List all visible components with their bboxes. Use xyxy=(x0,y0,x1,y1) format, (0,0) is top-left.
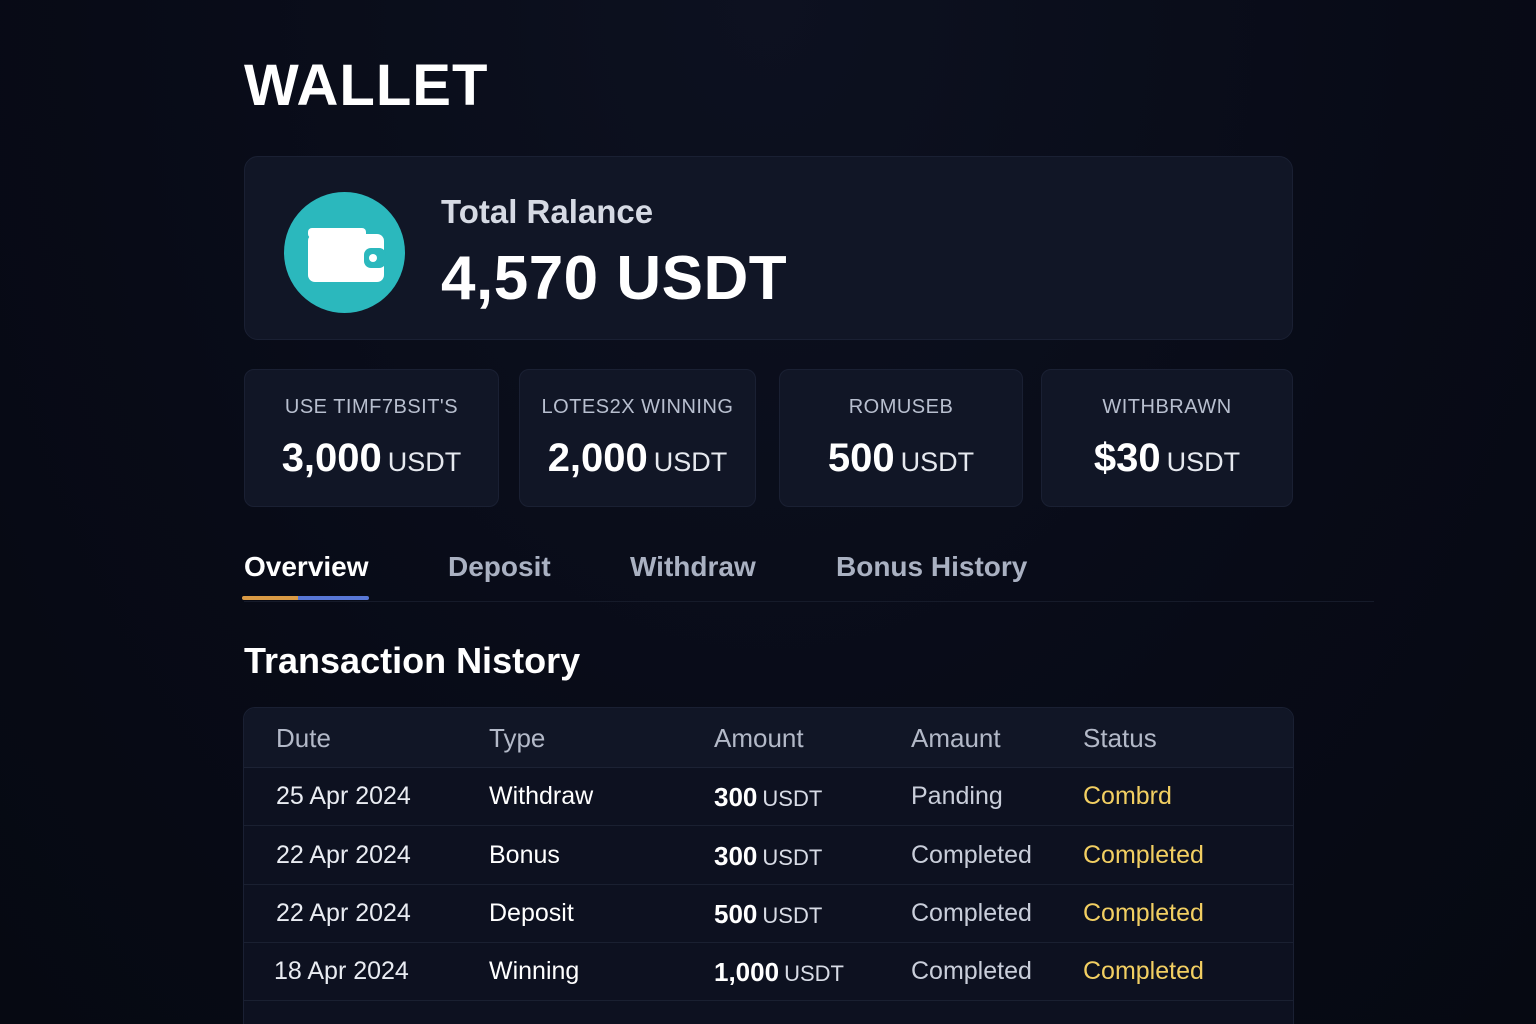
stat-label: LOTES2X WINNING xyxy=(541,396,734,418)
stat-unit: USDT xyxy=(387,447,462,477)
row-type: Winning xyxy=(489,957,580,985)
row-type: Withdraw xyxy=(489,782,594,810)
wallet-page: WALLET Total Ralance 4,570 USDT USE TIMF… xyxy=(0,0,1536,1024)
row-type: Bonus xyxy=(489,841,560,869)
row-amount-value: 1,000 xyxy=(714,957,780,987)
tab-deposit[interactable]: Deposit xyxy=(448,551,551,583)
row-date: 25 Apr 2024 xyxy=(276,782,411,810)
wallet-icon xyxy=(284,192,405,313)
stat-card: USE TIMF7BSIT'S 3,000 USDT xyxy=(244,369,499,507)
row-date: 22 Apr 2024 xyxy=(276,899,411,927)
row-amount: 1,000 USDT xyxy=(714,957,844,988)
stat-amount: 500 xyxy=(827,436,895,480)
stat-unit: USDT xyxy=(653,447,728,477)
stat-amount: 2,000 xyxy=(547,436,648,480)
column-header-type: Type xyxy=(489,723,546,753)
tab-overview[interactable]: Overview xyxy=(244,551,369,583)
page-title: WALLET xyxy=(244,53,489,118)
row-state: Completed xyxy=(911,957,1032,985)
stat-card: ROMUSEB 500 USDT xyxy=(779,369,1023,507)
row-status: Combrd xyxy=(1083,782,1172,810)
row-amount: 300 USDT xyxy=(714,841,822,872)
tab-bonus-history[interactable]: Bonus History xyxy=(836,551,1027,583)
row-amount-unit: USDT xyxy=(762,786,823,811)
row-state: Completed xyxy=(911,899,1032,927)
table-header: Dute Type Amount Amaunt Status xyxy=(244,708,1293,768)
stat-value: 500 USDT xyxy=(780,436,1022,481)
row-state: Panding xyxy=(911,782,1003,810)
row-status: Completed xyxy=(1083,841,1204,869)
row-date: 22 Apr 2024 xyxy=(276,841,411,869)
stat-value: $30 USDT xyxy=(1042,436,1292,481)
row-amount-unit: USDT xyxy=(762,845,823,870)
row-amount: 300 USDT xyxy=(714,782,822,813)
stat-card: WITHBRAWN $30 USDT xyxy=(1041,369,1293,507)
tab-withdraw[interactable]: Withdraw xyxy=(630,551,756,583)
transaction-table: Dute Type Amount Amaunt Status 25 Apr 20… xyxy=(243,707,1294,1024)
row-amount: 500 USDT xyxy=(714,899,822,930)
column-header-amount: Amount xyxy=(714,723,804,753)
total-balance-card: Total Ralance 4,570 USDT xyxy=(244,156,1293,340)
stat-unit: USDT xyxy=(1166,447,1241,477)
row-type: Deposit xyxy=(489,899,574,927)
stat-label: USE TIMF7BSIT'S xyxy=(284,396,459,418)
table-row-partial[interactable] xyxy=(244,1000,1293,1024)
row-date: 18 Apr 2024 xyxy=(274,957,409,985)
table-row[interactable]: 25 Apr 2024 Withdraw 300 USDT Panding Com… xyxy=(244,767,1293,826)
stat-unit: USDT xyxy=(900,447,975,477)
row-amount-value: 300 xyxy=(714,782,758,812)
stat-value: 3,000 USDT xyxy=(245,436,498,481)
wallet-tabs: Overview Deposit Withdraw Bonus History xyxy=(242,545,1374,602)
column-header-date: Dute xyxy=(276,723,331,753)
row-state: Completed xyxy=(911,841,1032,869)
stat-label: ROMUSEB xyxy=(848,396,954,418)
stat-amount: 3,000 xyxy=(281,436,382,480)
row-status: Completed xyxy=(1083,899,1204,927)
active-tab-indicator xyxy=(242,596,369,600)
transaction-history-title: Transaction Nistory xyxy=(244,640,581,681)
row-amount-unit: USDT xyxy=(784,961,844,986)
table-row[interactable]: 22 Apr 2024 Deposit 500 USDT Completed Co… xyxy=(244,884,1293,943)
total-balance-value: 4,570 USDT xyxy=(441,244,788,313)
stat-card: LOTES2X WINNING 2,000 USDT xyxy=(519,369,756,507)
table-row[interactable]: 22 Apr 2024 Bonus 300 USDT Completed Comp… xyxy=(244,826,1293,885)
total-balance-label: Total Ralance xyxy=(441,193,654,230)
table-row[interactable]: 18 Apr 2024 Winning 1,000 USDT Completed … xyxy=(244,942,1293,1001)
column-header-amaunt: Amaunt xyxy=(911,723,1001,753)
column-header-status: Status xyxy=(1083,723,1157,753)
stat-amount: $30 xyxy=(1093,436,1161,480)
row-amount-value: 300 xyxy=(714,841,758,871)
stat-value: 2,000 USDT xyxy=(520,436,755,481)
row-status: Completed xyxy=(1083,957,1204,985)
row-amount-unit: USDT xyxy=(762,903,823,928)
row-amount-value: 500 xyxy=(714,899,758,929)
stat-label: WITHBRAWN xyxy=(1102,396,1232,418)
